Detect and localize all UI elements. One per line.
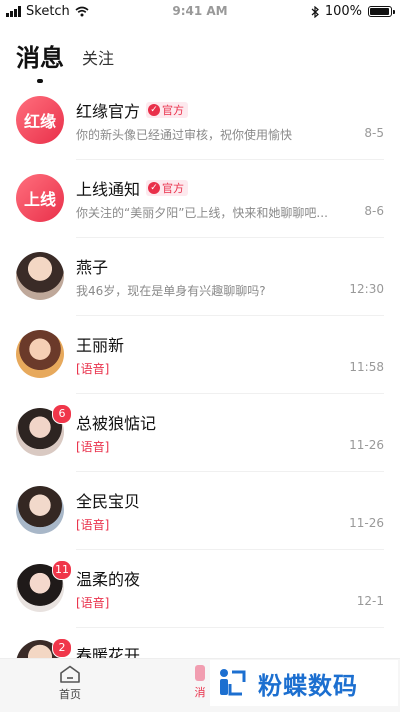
bluetooth-icon — [311, 5, 319, 18]
message-time: 8-6 — [364, 204, 384, 218]
conversation-name: 总被狼惦记 — [76, 414, 157, 433]
message-time: 11-26 — [349, 516, 384, 530]
official-label: 官方 — [162, 182, 185, 195]
conversation-row[interactable]: 红缘 红缘官方 ✓ 官方 你的新头像已经通过审核，祝你使用愉快 8-5 — [0, 82, 400, 160]
message-preview: [语音] — [76, 362, 110, 376]
avatar: 红缘 — [16, 96, 64, 144]
conversation-row[interactable]: 上线 上线通知 ✓ 官方 你关注的“美丽夕阳”已上线，快来和她聊聊吧... 8-… — [0, 160, 400, 238]
nav-home[interactable]: 首页 — [40, 665, 100, 702]
conversation-list: 红缘 红缘官方 ✓ 官方 你的新头像已经通过审核，祝你使用愉快 8-5 上线 上… — [0, 82, 400, 628]
unread-badge: 11 — [52, 560, 72, 580]
message-preview: [语音] — [76, 596, 110, 610]
conversation-name: 全民宝贝 — [76, 492, 141, 511]
nav-home-label: 首页 — [59, 688, 81, 701]
message-time: 11-26 — [349, 438, 384, 452]
unread-badge: 2 — [52, 638, 72, 658]
avatar — [16, 252, 64, 300]
battery-percent: 100% — [324, 4, 362, 19]
status-bar: Sketch 9:41 AM 100% — [0, 0, 400, 24]
partial-row-viewport: 2 春暖花开 — [0, 628, 400, 658]
conversation-name-wrap: 上线通知 ✓ 官方 — [76, 176, 189, 200]
message-time: 8-5 — [364, 126, 384, 140]
conversation-name-wrap: 燕子 — [76, 254, 108, 278]
tab-following[interactable]: 关注 — [82, 45, 114, 73]
conversation-row[interactable]: 燕子 我46岁，现在是单身有兴趣聊聊吗? 12:30 — [0, 238, 400, 316]
conversation-row[interactable]: 王丽新 [语音] 11:58 — [0, 316, 400, 394]
conversation-name: 温柔的夜 — [76, 570, 141, 589]
conversation-name-wrap: 王丽新 — [76, 332, 124, 356]
conversation-name: 春暖花开 — [76, 646, 141, 658]
butterfly-logo-icon — [220, 669, 246, 696]
avatar — [16, 330, 64, 378]
message-time: 11:58 — [349, 360, 384, 374]
conversation-row[interactable]: 全民宝贝 [语音] 11-26 — [0, 472, 400, 550]
conversation-name-wrap: 红缘官方 ✓ 官方 — [76, 98, 189, 122]
message-preview: [语音] — [76, 518, 110, 532]
conversation-name: 王丽新 — [76, 336, 125, 355]
official-badge: ✓ 官方 — [146, 180, 189, 196]
message-time: 12-1 — [356, 594, 384, 608]
home-icon — [59, 665, 81, 683]
battery-icon — [368, 6, 395, 17]
conversation-row[interactable]: 6 总被狼惦记 [语音] 11-26 — [0, 394, 400, 472]
message-preview: 我46岁，现在是单身有兴趣聊聊吗? — [76, 284, 266, 298]
check-icon: ✓ — [148, 104, 161, 116]
conversation-name-wrap: 春暖花开 — [76, 642, 140, 658]
official-badge: ✓ 官方 — [146, 102, 189, 118]
conversation-row[interactable]: 11 温柔的夜 [语音] 12-1 — [0, 550, 400, 628]
conversation-name-wrap: 温柔的夜 — [76, 566, 140, 590]
message-preview: 你的新头像已经通过审核，祝你使用愉快 — [76, 128, 293, 142]
message-preview: [语音] — [76, 440, 110, 454]
tab-messages[interactable]: 消息 — [16, 38, 64, 83]
conversation-name: 上线通知 — [76, 180, 141, 199]
official-label: 官方 — [162, 104, 185, 117]
conversation-name-wrap: 总被狼惦记 — [76, 410, 156, 434]
conversation-name: 燕子 — [76, 258, 109, 277]
message-preview: 你关注的“美丽夕阳”已上线，快来和她聊聊吧... — [76, 206, 328, 220]
status-right: 100% — [311, 4, 395, 19]
conversation-name-wrap: 全民宝贝 — [76, 488, 140, 512]
avatar: 上线 — [16, 174, 64, 222]
watermark: 粉蝶数码 — [210, 660, 398, 706]
avatar — [16, 486, 64, 534]
watermark-text: 粉蝶数码 — [258, 671, 358, 700]
check-icon: ✓ — [148, 182, 161, 194]
top-tabs: 消息 关注 — [16, 38, 114, 83]
message-time: 12:30 — [349, 282, 384, 296]
conversation-name: 红缘官方 — [76, 102, 141, 121]
conversation-row[interactable]: 2 春暖花开 — [0, 628, 400, 658]
message-icon — [195, 665, 205, 681]
unread-badge: 6 — [52, 404, 72, 424]
nav-messages-label: 消 — [194, 686, 206, 699]
